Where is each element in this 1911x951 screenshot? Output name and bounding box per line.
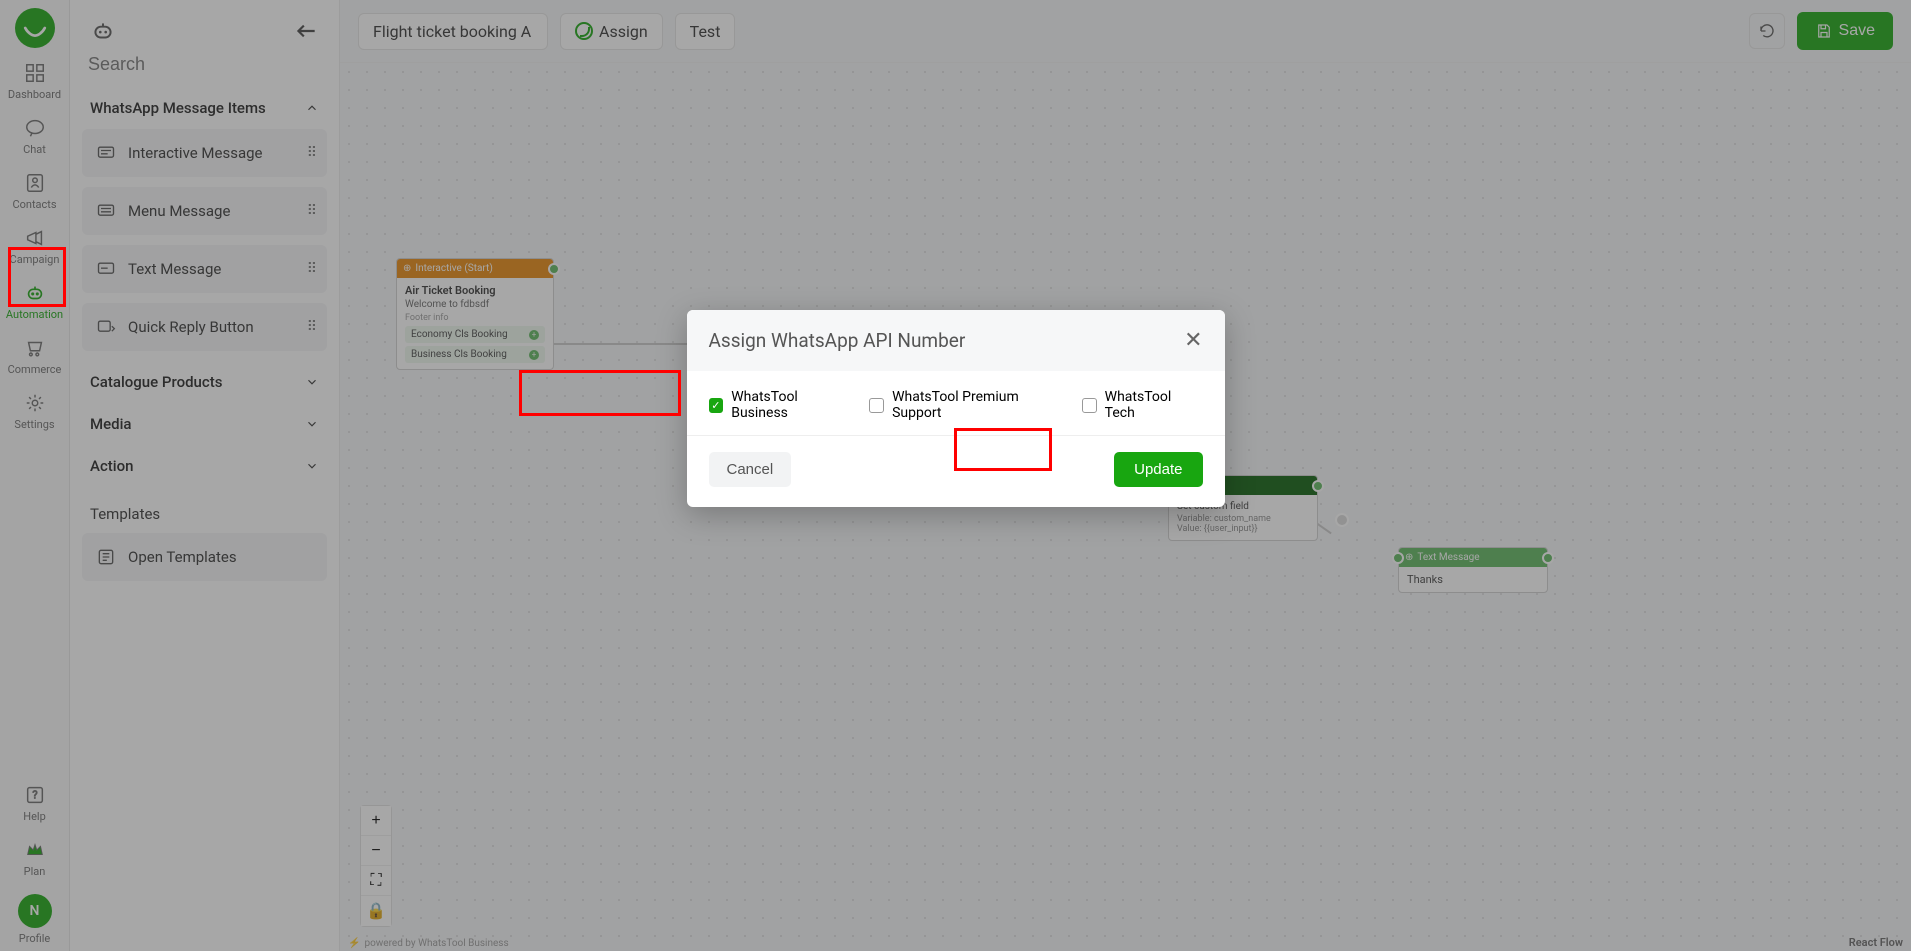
checkbox-icon[interactable] xyxy=(1082,398,1097,413)
modal-title: Assign WhatsApp API Number xyxy=(709,329,966,352)
assign-modal: Assign WhatsApp API Number ✕ WhatsTool B… xyxy=(687,310,1225,507)
option-whatstool-tech[interactable]: WhatsTool Tech xyxy=(1082,389,1203,421)
cancel-button[interactable]: Cancel xyxy=(709,452,792,487)
option-whatstool-premium[interactable]: WhatsTool Premium Support xyxy=(869,389,1068,421)
close-button[interactable]: ✕ xyxy=(1184,328,1202,353)
option-label: WhatsTool Business xyxy=(731,389,855,421)
option-label: WhatsTool Premium Support xyxy=(892,389,1068,421)
option-label: WhatsTool Tech xyxy=(1105,389,1203,421)
update-button[interactable]: Update xyxy=(1114,452,1202,487)
checkbox-icon[interactable] xyxy=(869,398,884,413)
modal-overlay[interactable]: Assign WhatsApp API Number ✕ WhatsTool B… xyxy=(0,0,1911,951)
option-whatstool-business[interactable]: WhatsTool Business xyxy=(709,389,856,421)
checkbox-icon[interactable] xyxy=(709,398,724,413)
